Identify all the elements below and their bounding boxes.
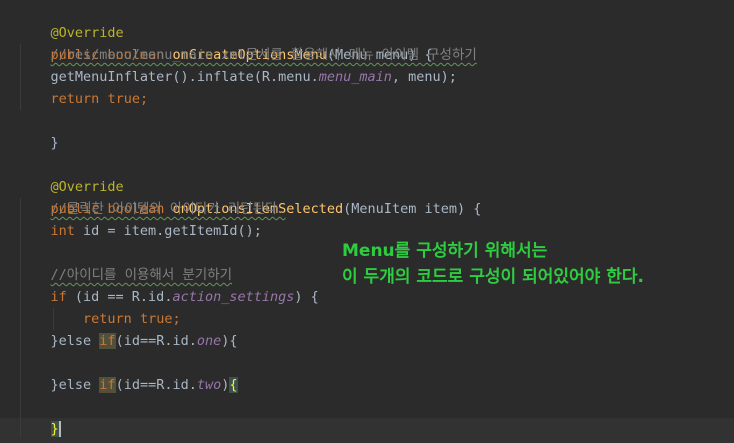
two-field[interactable]: two [197, 377, 221, 393]
note-line-2: 이 두개의 코드로 구성이 되어있어야 한다. [342, 267, 644, 287]
keyword-true: true [107, 91, 140, 107]
keyword-if: if [99, 377, 116, 393]
method-signature-create-options: public boolean onCreateOptionsMenu(Menu … [18, 22, 433, 63]
annotation-override: @Override [18, 0, 124, 41]
action-settings-field[interactable]: action_settings [172, 289, 294, 305]
menu-main-field[interactable]: menu_main [319, 69, 392, 85]
text-caret-brace[interactable]: } [50, 421, 61, 437]
code-comment: //클릭한 아이템의 아이디가 리턴된다. [18, 198, 286, 220]
assignment-expr: id = item.getItemId(); [74, 223, 262, 239]
keyword-return: return [50, 91, 100, 107]
method-signature-options-item-selected: public boolean onOptionsItemSelected(Men… [18, 176, 482, 217]
return-statement: return true; [18, 88, 149, 110]
if-condition: (id == R.id. [66, 289, 173, 305]
keyword-else: }else [50, 377, 92, 393]
if-statement: if (id == R.id.action_settings) { [18, 286, 319, 308]
closing-brace-caret: } [18, 418, 61, 440]
return-statement: return true; [18, 308, 181, 330]
elif-condition: (id==R.id. [115, 377, 197, 393]
keyword-true: true [139, 311, 173, 327]
method-params: (MenuItem item) { [343, 201, 482, 217]
inflate-statement: getMenuInflater().inflate(R.menu.menu_ma… [18, 66, 457, 88]
brace: } [50, 135, 59, 151]
closing-brace: } [18, 110, 59, 151]
elif-condition: (id==R.id. [115, 333, 197, 349]
inflate-call: getMenuInflater().inflate(R.menu. [50, 69, 319, 85]
comment-text: //클릭한 아이템의 아이디가 리턴된다. [50, 201, 286, 217]
else-if-one: }else if(id==R.id.one){ [18, 330, 238, 352]
comment-text: //아이디를 이용해서 분기하기 [50, 267, 233, 283]
keyword-if: if [99, 333, 116, 349]
keyword-if: if [50, 289, 67, 305]
semicolon: ; [172, 311, 181, 327]
keyword-else: }else [50, 333, 92, 349]
matched-open-brace: { [229, 377, 238, 393]
keyword-int: int [50, 223, 75, 239]
current-line-highlight [0, 418, 734, 443]
comment-text: //res/menu/menu_main.xml문서를 활용해서 메뉴 아이템 … [50, 47, 477, 63]
id-assignment: int id = item.getItemId(); [18, 220, 262, 242]
annotation-note: Menu를 구성하기 위해서는 이 두개의 코드로 구성이 되어있어야 한다. [342, 238, 644, 290]
inflate-args: , menu); [391, 69, 457, 85]
semicolon: ; [139, 91, 149, 107]
note-line-1: Menu를 구성하기 위해서는 [342, 241, 548, 261]
keyword-return: return [83, 311, 132, 327]
code-comment: //아이디를 이용해서 분기하기 [18, 264, 233, 286]
annotation-override: @Override [18, 154, 124, 195]
else-if-two: }else if(id==R.id.two){ [18, 374, 238, 396]
if-condition-close: ) { [294, 289, 319, 305]
code-comment: //res/menu/menu_main.xml문서를 활용해서 메뉴 아이템 … [18, 44, 477, 66]
elif-condition-close: ){ [221, 333, 238, 349]
code-editor[interactable]: @Override public boolean onCreateOptions… [0, 0, 734, 443]
one-field[interactable]: one [197, 333, 221, 349]
